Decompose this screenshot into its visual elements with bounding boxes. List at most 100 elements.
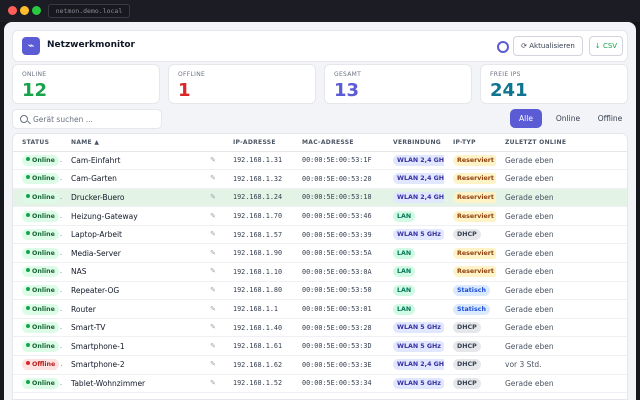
edit-icon[interactable]: ✎	[210, 286, 216, 294]
refresh-button[interactable]: ⟳ Aktualisieren	[513, 36, 583, 56]
connection-badge: WLAN 2,4 GHz	[393, 173, 444, 185]
status-badge: Online	[22, 229, 59, 241]
filter-all-button[interactable]: Alle	[510, 109, 542, 128]
table-row[interactable]: Online ‥ Laptop-Arbeit ✎ 192.168.1.5700:00:5…	[13, 225, 627, 245]
edit-icon[interactable]: ✎	[210, 156, 216, 164]
search-box	[12, 109, 162, 129]
edit-icon[interactable]: ✎	[210, 267, 216, 275]
column-header-ip[interactable]: IP-ADRESSE	[224, 134, 293, 152]
table-row[interactable]: Online ‥ Cam-Einfahrt ✎ 192.168.1.3100:00:5E…	[13, 151, 627, 171]
column-header-ip-type[interactable]: IP-TYP	[444, 134, 496, 152]
last-seen-cell: Gerade eben	[496, 151, 627, 171]
more-icon[interactable]: ‥	[60, 342, 62, 350]
ip-type-badge: Statisch	[453, 303, 490, 315]
more-icon[interactable]: ‥	[60, 156, 62, 164]
more-icon[interactable]: ‥	[60, 360, 62, 368]
table-header-row: STATUS NAME ▲ IP-ADRESSE MAC-ADRESSE VER…	[13, 134, 627, 152]
ip-cell: 192.168.1.10	[224, 262, 293, 282]
status-label: Online	[32, 156, 55, 164]
table-row[interactable]: Online ‥ Smartphone-1 ✎ 192.168.1.6100:00:5E…	[13, 336, 627, 357]
edit-icon[interactable]: ✎	[210, 249, 216, 257]
status-dot-icon	[26, 156, 30, 161]
search-input[interactable]	[33, 113, 157, 126]
last-seen-cell: Gerade eben	[496, 318, 627, 338]
column-header-name[interactable]: NAME ▲	[62, 134, 224, 152]
status-label: Offline	[32, 361, 56, 369]
status-cell: Online ‥	[13, 262, 62, 282]
network-logo-icon: ⌁	[22, 37, 40, 55]
filter-offline-button[interactable]: Offline	[592, 109, 628, 128]
edit-icon[interactable]: ✎	[210, 342, 216, 350]
table-row[interactable]: Online ‥ Cam-Garten ✎ 192.168.1.3200:00:5E:0…	[13, 169, 627, 189]
minimize-window-button[interactable]	[20, 6, 29, 15]
table-row[interactable]: Online ‥ Drucker-Buero ✎ 192.168.1.2400:00:5…	[13, 188, 627, 208]
edit-icon[interactable]: ✎	[210, 212, 216, 220]
edit-icon[interactable]: ✎	[210, 323, 216, 331]
table-row[interactable]: Online ‥ Tablet-Wohnzimmer ✎ 192.168.1.5200:…	[13, 374, 627, 394]
address-bar[interactable]: netmon.demo.local	[48, 4, 130, 18]
ip-type-badge: Reserviert	[453, 154, 496, 166]
ip-type-badge: DHCP	[453, 340, 481, 352]
column-header-status[interactable]: STATUS	[13, 134, 62, 152]
more-icon[interactable]: ‥	[60, 230, 62, 238]
ip-cell: 192.168.1.70	[224, 206, 293, 226]
more-icon[interactable]: ‥	[60, 323, 62, 331]
mac-cell: 00:00:5E:00:53:5A	[293, 243, 384, 264]
edit-icon[interactable]: ✎	[210, 193, 216, 201]
ip-type-badge: DHCP	[453, 359, 481, 371]
column-header-last-seen[interactable]: ZULETZT ONLINE	[496, 134, 627, 152]
status-cell: Online ‥	[13, 169, 62, 189]
column-header-connection[interactable]: VERBINDUNG	[384, 134, 444, 152]
connection-badge: LAN	[393, 303, 416, 315]
ip-type-cell: Statisch	[444, 281, 496, 301]
connection-cell: LAN	[384, 281, 444, 301]
filter-online-button[interactable]: Online	[548, 109, 588, 128]
connection-cell: WLAN 5 GHz	[384, 225, 444, 245]
ip-type-badge: Statisch	[453, 284, 490, 296]
edit-icon[interactable]: ✎	[210, 305, 216, 313]
column-header-mac[interactable]: MAC-ADRESSE	[293, 134, 384, 152]
edit-icon[interactable]: ✎	[210, 174, 216, 182]
csv-export-button[interactable]: ↓ CSV	[589, 36, 623, 56]
connection-cell: LAN	[384, 262, 444, 282]
ip-cell: 192.168.1.40	[224, 318, 293, 338]
more-icon[interactable]: ‥	[60, 249, 62, 257]
stat-value: 241	[490, 80, 528, 101]
more-icon[interactable]: ‥	[60, 305, 62, 313]
status-dot-icon	[26, 379, 30, 384]
more-icon[interactable]: ‥	[60, 379, 62, 387]
table-row[interactable]: Online ‥ NAS ✎ 192.168.1.1000:00:5E:00:53:0A…	[13, 262, 627, 282]
more-icon[interactable]: ‥	[60, 286, 62, 294]
table-row[interactable]: Online ‥ Router ✎ 192.168.1.100:00:5E:00:53:…	[13, 299, 627, 319]
status-cell: Online ‥	[13, 336, 62, 357]
app-window: ⌁ Netzwerkmonitor ⟳ Aktualisieren ↓ CSV …	[4, 22, 636, 400]
more-icon[interactable]: ‥	[60, 267, 62, 275]
status-label: Online	[32, 342, 55, 350]
table-row[interactable]: Online ‥ Heizung-Gateway ✎ 192.168.1.7000:00…	[13, 206, 627, 226]
name-cell: Smartphone-1 ✎	[62, 336, 224, 357]
table-row[interactable]: Online ‥ Smart-TV ✎ 192.168.1.4000:00:5E:00:…	[13, 318, 627, 338]
name-cell: Smart-TV ✎	[62, 318, 224, 338]
edit-icon[interactable]: ✎	[210, 230, 216, 238]
ip-type-badge: DHCP	[453, 229, 481, 241]
stat-label: OFFLINE	[178, 71, 206, 78]
more-icon[interactable]: ‥	[60, 212, 62, 220]
table-row[interactable]: Offline ‥ Smartphone-2 ✎ 192.168.1.6200:00:5…	[13, 355, 627, 375]
edit-icon[interactable]: ✎	[210, 379, 216, 387]
edit-icon[interactable]: ✎	[210, 360, 216, 368]
connection-badge: LAN	[393, 247, 416, 259]
last-seen-cell: Gerade eben	[496, 169, 627, 189]
status-label: Online	[32, 175, 55, 183]
more-icon[interactable]: ‥	[60, 193, 62, 201]
table-row[interactable]: Online ‥ Media-Server ✎ 192.168.1.9000:00:5E…	[13, 243, 627, 264]
more-icon[interactable]: ‥	[60, 174, 62, 182]
table-row[interactable]: Online ‥ Repeater-OG ✎ 192.168.1.8000:00:5E:…	[13, 281, 627, 301]
close-window-button[interactable]	[8, 6, 17, 15]
status-badge: Online	[22, 284, 59, 296]
status-badge: Online	[22, 210, 59, 222]
status-badge: Online	[22, 377, 59, 389]
name-cell: Smartphone-2 ✎	[62, 355, 224, 375]
connection-cell: WLAN 2,4 GHz	[384, 355, 444, 375]
maximize-window-button[interactable]	[32, 6, 41, 15]
status-label: Online	[32, 286, 55, 294]
